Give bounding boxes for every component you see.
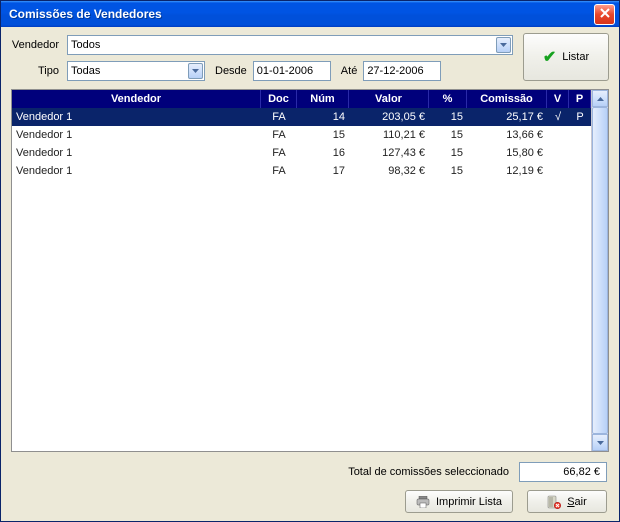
desde-label: Desde xyxy=(209,65,249,77)
cell-comissao: 13,66 € xyxy=(467,126,547,144)
cell-num: 15 xyxy=(297,126,349,144)
tipo-label: Tipo xyxy=(11,65,63,77)
tipo-row: Tipo Todas Desde Até xyxy=(11,61,609,81)
exit-label: Sair xyxy=(567,496,587,508)
vendedor-row: Vendedor Todos xyxy=(11,35,609,55)
cell-doc: FA xyxy=(261,108,297,126)
table-row[interactable]: Vendedor 1FA15110,21 €1513,66 € xyxy=(12,126,591,144)
filters-panel: Vendedor Todos Tipo Todas Desde xyxy=(11,35,609,81)
exit-button[interactable]: Sair xyxy=(527,490,607,513)
cell-doc: FA xyxy=(261,126,297,144)
cell-vendedor: Vendedor 1 xyxy=(12,108,261,126)
cell-pct: 15 xyxy=(429,108,467,126)
cell-p: P xyxy=(569,108,591,126)
cell-v xyxy=(547,126,569,144)
cell-v xyxy=(547,162,569,180)
vendedor-value: Todos xyxy=(71,39,100,51)
cell-pct: 15 xyxy=(429,162,467,180)
exit-icon xyxy=(547,495,561,509)
scroll-track[interactable] xyxy=(592,107,608,434)
cell-p xyxy=(569,162,591,180)
col-header-vendedor[interactable]: Vendedor xyxy=(12,90,261,108)
check-icon: ✔ xyxy=(543,47,556,67)
ate-label: Até xyxy=(335,65,360,77)
cell-vendedor: Vendedor 1 xyxy=(12,144,261,162)
scroll-up-button[interactable] xyxy=(592,90,608,107)
col-header-comissao[interactable]: Comissão xyxy=(467,90,547,108)
col-header-num[interactable]: Núm xyxy=(297,90,349,108)
window: Comissões de Vendedores Vendedor Todos T… xyxy=(0,0,620,522)
cell-pct: 15 xyxy=(429,126,467,144)
totals-row: Total de comissões seleccionado 66,82 € xyxy=(11,452,609,488)
cell-num: 16 xyxy=(297,144,349,162)
cell-comissao: 15,80 € xyxy=(467,144,547,162)
window-title: Comissões de Vendedores xyxy=(9,7,162,21)
scroll-thumb[interactable] xyxy=(592,107,608,434)
tipo-value: Todas xyxy=(71,65,100,77)
cell-valor: 203,05 € xyxy=(349,108,429,126)
table-row[interactable]: Vendedor 1FA14203,05 €1525,17 €√P xyxy=(12,108,591,126)
table-row[interactable]: Vendedor 1FA1798,32 €1512,19 € xyxy=(12,162,591,180)
grid-body: Vendedor 1FA14203,05 €1525,17 €√PVendedo… xyxy=(12,108,591,451)
cell-v xyxy=(547,144,569,162)
cell-doc: FA xyxy=(261,162,297,180)
cell-valor: 127,43 € xyxy=(349,144,429,162)
cell-comissao: 12,19 € xyxy=(467,162,547,180)
chevron-down-icon xyxy=(496,37,511,53)
content-area: Vendedor Todos Tipo Todas Desde xyxy=(1,27,619,521)
grid-inner: Vendedor Doc Núm Valor % Comissão V P Ve… xyxy=(12,90,591,451)
vendedor-select[interactable]: Todos xyxy=(67,35,513,55)
cell-valor: 110,21 € xyxy=(349,126,429,144)
col-header-valor[interactable]: Valor xyxy=(349,90,429,108)
cell-pct: 15 xyxy=(429,144,467,162)
close-button[interactable] xyxy=(594,4,615,25)
col-header-doc[interactable]: Doc xyxy=(261,90,297,108)
cell-comissao: 25,17 € xyxy=(467,108,547,126)
print-button[interactable]: Imprimir Lista xyxy=(405,490,513,513)
total-value-box: 66,82 € xyxy=(519,462,607,482)
desde-input[interactable] xyxy=(253,61,331,81)
chevron-down-icon xyxy=(188,63,203,79)
print-label: Imprimir Lista xyxy=(436,496,502,508)
cell-num: 17 xyxy=(297,162,349,180)
col-header-pct[interactable]: % xyxy=(429,90,467,108)
cell-num: 14 xyxy=(297,108,349,126)
cell-vendedor: Vendedor 1 xyxy=(12,162,261,180)
col-header-v[interactable]: V xyxy=(547,90,569,108)
cell-doc: FA xyxy=(261,144,297,162)
cell-p xyxy=(569,144,591,162)
tipo-select[interactable]: Todas xyxy=(67,61,205,81)
data-grid: Vendedor Doc Núm Valor % Comissão V P Ve… xyxy=(11,89,609,452)
listar-label: Listar xyxy=(562,51,589,63)
listar-button[interactable]: ✔ Listar xyxy=(523,33,609,81)
footer-buttons: Imprimir Lista Sair xyxy=(11,488,609,513)
cell-valor: 98,32 € xyxy=(349,162,429,180)
cell-vendedor: Vendedor 1 xyxy=(12,126,261,144)
vendedor-label: Vendedor xyxy=(11,39,63,51)
vertical-scrollbar[interactable] xyxy=(591,90,608,451)
close-icon xyxy=(600,7,610,21)
cell-v: √ xyxy=(547,108,569,126)
total-value: 66,82 € xyxy=(563,466,600,478)
ate-input[interactable] xyxy=(363,61,441,81)
scroll-down-button[interactable] xyxy=(592,434,608,451)
cell-p xyxy=(569,126,591,144)
title-bar: Comissões de Vendedores xyxy=(1,1,619,27)
total-label: Total de comissões seleccionado xyxy=(348,466,509,478)
grid-header: Vendedor Doc Núm Valor % Comissão V P xyxy=(12,90,591,108)
printer-icon xyxy=(416,496,430,508)
table-row[interactable]: Vendedor 1FA16127,43 €1515,80 € xyxy=(12,144,591,162)
col-header-p[interactable]: P xyxy=(569,90,591,108)
